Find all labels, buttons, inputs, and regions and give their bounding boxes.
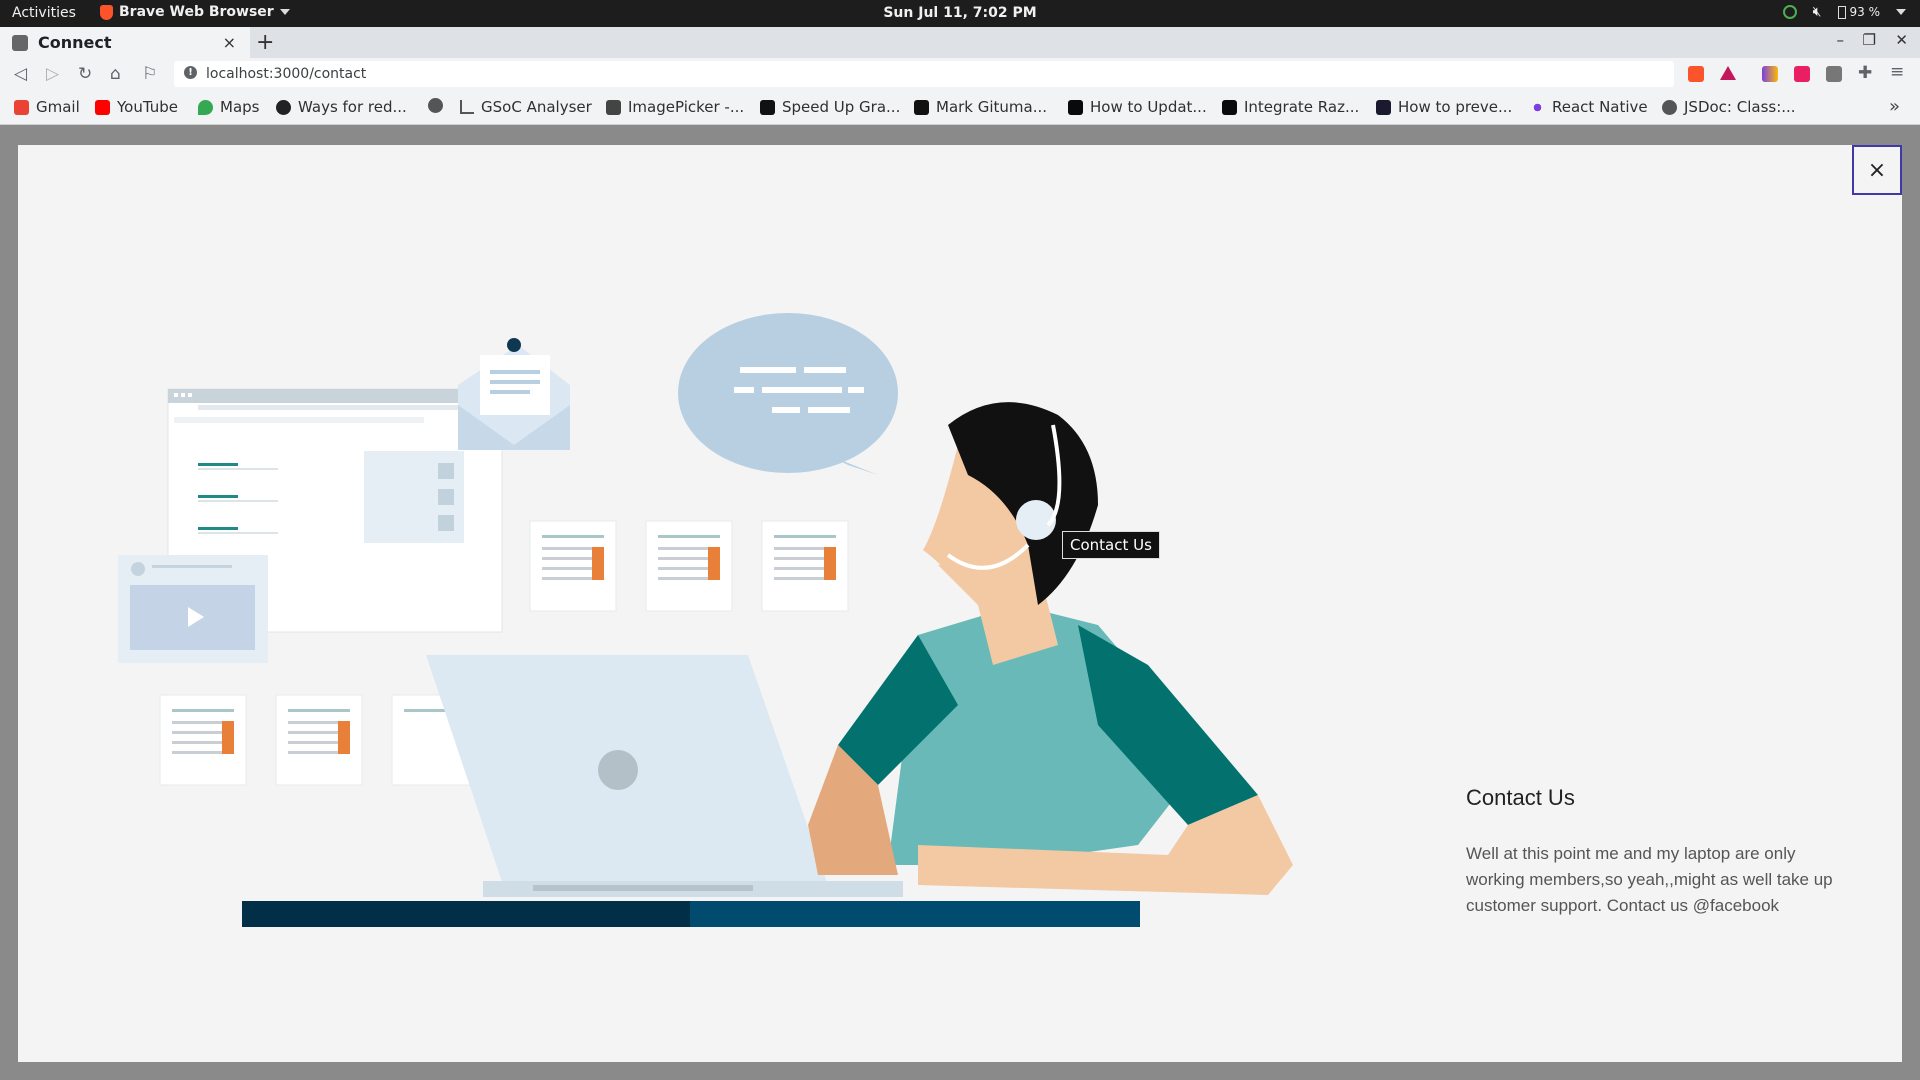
bookmark-label: How to preve...	[1398, 98, 1513, 116]
bookmark-label: Maps	[220, 98, 260, 116]
contact-description: Well at this point me and my laptop are …	[1466, 844, 1833, 915]
browser-toolbar: ◁ ▷ ↻ ⌂ ⚐ ! localhost:3000/contact ✚ ≡	[0, 58, 1920, 90]
forward-icon[interactable]: ▷	[46, 64, 59, 84]
extension-icon[interactable]	[1826, 66, 1842, 82]
dev-icon	[1222, 99, 1237, 115]
desk-right-illustration	[690, 901, 1140, 927]
video-card-illustration	[118, 555, 268, 663]
bookmark-item[interactable]: Integrate Raz...	[1222, 98, 1359, 116]
extension-icon[interactable]	[1762, 66, 1778, 82]
bookmark-item[interactable]	[428, 98, 450, 113]
volume-muted-icon: 🔇︎	[1812, 4, 1822, 20]
gmail-icon	[14, 99, 29, 115]
bookmark-item[interactable]: Mark Gituma...	[914, 98, 1047, 116]
chart-icon	[460, 100, 474, 114]
battery-percent: 93 %	[1849, 5, 1881, 19]
contact-modal: × Contact Us Contact Us Well at this poi…	[18, 145, 1902, 1062]
system-tray[interactable]: 🔇︎ 93 %	[1782, 4, 1906, 20]
bookmark-label: ImagePicker -...	[628, 98, 745, 116]
close-modal-button[interactable]: ×	[1852, 145, 1902, 195]
contact-title: Contact Us	[1466, 785, 1575, 810]
bookmark-item[interactable]: Gmail	[14, 98, 80, 116]
bookmarks-overflow-icon[interactable]: »	[1889, 96, 1900, 117]
extensions-puzzle-icon[interactable]: ✚	[1858, 63, 1872, 83]
tab-title: Connect	[38, 33, 112, 52]
extension-icon[interactable]	[1794, 66, 1810, 82]
home-icon[interactable]: ⌂	[110, 64, 121, 84]
bookmark-item[interactable]: Speed Up Gra...	[760, 98, 900, 116]
bookmark-item[interactable]: YouTube	[95, 98, 178, 116]
bookmark-label: YouTube	[117, 98, 178, 116]
bookmark-item[interactable]: How to Updat...	[1068, 98, 1207, 116]
medium-icon	[914, 99, 929, 115]
envelope-illustration	[458, 338, 570, 450]
bookmark-item[interactable]: Ways for red...	[276, 98, 407, 116]
bookmark-label: Speed Up Gra...	[782, 98, 901, 116]
brave-shields-icon[interactable]	[1688, 66, 1704, 82]
battery-icon	[1837, 5, 1846, 19]
bookmark-item[interactable]: GSoC Analyser	[460, 98, 592, 116]
bookmark-label: JSDoc: Class:...	[1684, 98, 1796, 116]
globe-icon	[428, 98, 443, 113]
bookmark-label: Ways for red...	[298, 98, 407, 116]
system-top-bar: Activities Brave Web Browser Sun Jul 11,…	[0, 0, 1920, 27]
tab-strip: Connect × + – ❐ ✕	[0, 27, 1920, 58]
bookmark-label: React Native	[1552, 98, 1648, 116]
reload-icon[interactable]: ↻	[78, 64, 92, 84]
bookmark-label: GSoC Analyser	[481, 98, 592, 116]
menu-icon[interactable]: ≡	[1890, 62, 1904, 82]
dev-icon	[1068, 99, 1083, 115]
window-close-button[interactable]: ✕	[1895, 31, 1908, 49]
desk-left-illustration	[242, 901, 690, 927]
minimize-button[interactable]: –	[1837, 31, 1845, 49]
clock[interactable]: Sun Jul 11, 7:02 PM	[0, 5, 1920, 21]
power-icon	[1782, 5, 1797, 19]
bookmark-item[interactable]: How to preve...	[1376, 98, 1512, 116]
restore-button[interactable]: ❐	[1863, 31, 1876, 49]
back-icon[interactable]: ◁	[14, 64, 27, 84]
bookmarks-bar: Gmail YouTube Maps Ways for red... GSoC …	[0, 90, 1920, 125]
bookmark-label: Integrate Raz...	[1244, 98, 1360, 116]
site-icon	[1376, 99, 1391, 115]
bookmark-label: Gmail	[36, 98, 80, 116]
contact-us-tooltip: Contact Us	[1062, 531, 1160, 559]
bookmark-label: Mark Gituma...	[936, 98, 1048, 116]
site-icon	[276, 99, 291, 115]
dots-icon	[1530, 99, 1545, 115]
brave-rewards-icon[interactable]	[1720, 66, 1736, 80]
page-viewport: × Contact Us Contact Us Well at this poi…	[0, 125, 1920, 1080]
medium-icon	[760, 99, 775, 115]
globe-icon	[1662, 99, 1677, 115]
youtube-icon	[95, 99, 110, 115]
bookmark-item[interactable]: Maps	[198, 98, 259, 116]
maps-icon	[198, 99, 213, 115]
support-agent-illustration	[808, 402, 1293, 895]
speech-bubble-illustration	[678, 313, 898, 475]
bookmark-item[interactable]: ImagePicker -...	[606, 98, 744, 116]
bookmark-label: How to Updat...	[1090, 98, 1207, 116]
bookmark-item[interactable]: JSDoc: Class:...	[1662, 98, 1796, 116]
url-text: localhost:3000/contact	[206, 66, 367, 82]
tab-connect[interactable]: Connect ×	[0, 27, 250, 58]
new-tab-button[interactable]: +	[256, 30, 274, 55]
tab-close-icon[interactable]: ×	[223, 33, 236, 52]
bookmark-icon[interactable]: ⚐	[142, 64, 157, 84]
bookmark-item[interactable]: React Native	[1530, 98, 1648, 116]
github-icon	[606, 99, 621, 115]
address-bar[interactable]: ! localhost:3000/contact	[174, 61, 1674, 87]
site-info-icon[interactable]: !	[184, 66, 197, 79]
tab-favicon-icon	[12, 34, 28, 51]
chevron-down-icon	[1896, 9, 1906, 15]
